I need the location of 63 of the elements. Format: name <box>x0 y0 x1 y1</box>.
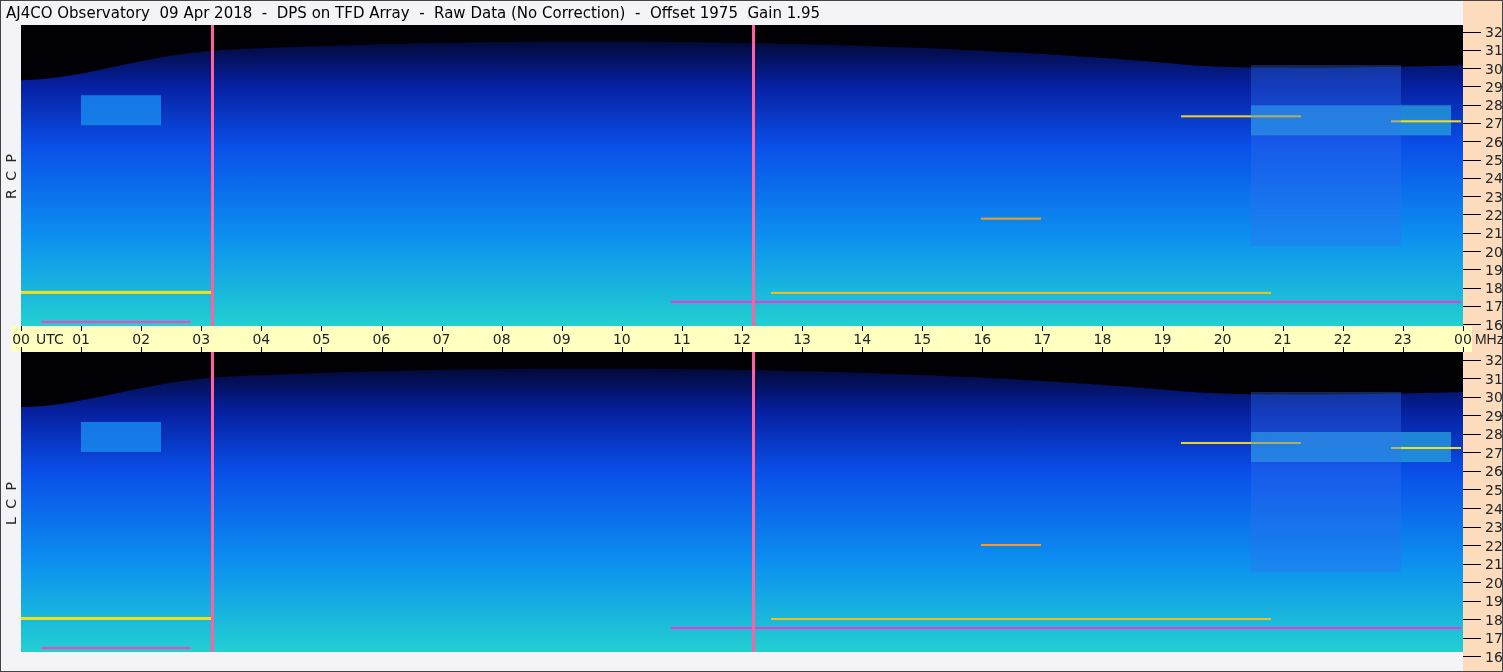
frequency-tick-label: 20 <box>1463 573 1502 592</box>
frequency-tick-label: 17 <box>1463 297 1502 316</box>
frequency-tick-label: 18 <box>1463 279 1502 298</box>
time-tick-label: 01 <box>72 332 91 346</box>
frequency-tick-label: 22 <box>1463 536 1502 555</box>
frequency-tick-label: 32 <box>1463 350 1502 370</box>
time-tick-label: 07 <box>432 332 451 346</box>
time-tick-label: 17 <box>1033 332 1052 346</box>
frequency-tick-label: 25 <box>1463 480 1502 500</box>
frequency-tick-label: 31 <box>1463 369 1502 388</box>
time-tick-label: 08 <box>492 332 511 346</box>
time-tick-label: 23 <box>1393 332 1412 346</box>
frequency-tick-label: 26 <box>1463 132 1502 151</box>
frequency-tick-label: 28 <box>1463 425 1502 444</box>
frequency-tick-label: 24 <box>1463 169 1502 188</box>
frequency-tick-label: 23 <box>1463 517 1502 537</box>
frequency-tick-label: 16 <box>1463 315 1502 334</box>
time-tick-label: 00 <box>12 332 30 346</box>
time-tick-label: 05 <box>312 332 331 346</box>
time-tick-label: 22 <box>1333 332 1352 346</box>
time-tick-label: 20 <box>1213 332 1232 346</box>
time-tick-label: 02 <box>132 332 151 346</box>
chart-title: AJ4CO Observatory 09 Apr 2018 - DPS on TFD Array - Raw Data (No Correction) - Offset 1975 Gain 1.95 <box>5 3 822 24</box>
time-tick-label: 14 <box>853 332 872 346</box>
frequency-tick-label: 31 <box>1463 41 1502 60</box>
frequency-tick-label: 26 <box>1463 462 1502 481</box>
time-tick-label: 19 <box>1153 332 1172 346</box>
time-tick-label: 18 <box>1093 332 1112 346</box>
frequency-tick-label: 17 <box>1463 629 1502 648</box>
frequency-tick-label: 32 <box>1463 22 1502 42</box>
frequency-tick-label: 20 <box>1463 242 1502 261</box>
time-tick-label: 09 <box>552 332 571 346</box>
frequency-tick-label: 21 <box>1463 224 1502 243</box>
frequency-tick-label: 24 <box>1463 499 1502 518</box>
polarization-label: L C P <box>1 479 20 525</box>
time-tick-label: 12 <box>733 332 751 346</box>
time-zone-label: UTC <box>36 332 64 346</box>
frequency-tick-label: 23 <box>1463 187 1502 206</box>
time-tick-label: 13 <box>793 332 811 346</box>
time-tick-label: 00 <box>1454 332 1472 346</box>
frequency-tick-label: 29 <box>1463 77 1502 97</box>
frequency-tick-label: 30 <box>1463 59 1502 78</box>
polarization-label: R C P <box>1 152 20 199</box>
time-tick-label: 03 <box>192 332 211 346</box>
frequency-tick-label: 29 <box>1463 406 1502 426</box>
frequency-tick-label: 30 <box>1463 387 1502 407</box>
time-tick-label: 11 <box>673 332 691 346</box>
time-tick-label: 04 <box>252 332 271 346</box>
frequency-tick-label: 28 <box>1463 96 1502 115</box>
frequency-tick-label: 18 <box>1463 610 1502 630</box>
frequency-tick-label: 19 <box>1463 591 1502 611</box>
frequency-tick-label: 22 <box>1463 205 1502 225</box>
time-tick-label: 15 <box>913 332 932 346</box>
frequency-tick-label: 21 <box>1463 554 1502 574</box>
time-tick-label: 16 <box>973 332 992 346</box>
frequency-tick-label: 27 <box>1463 114 1502 133</box>
time-tick-label: 06 <box>372 332 391 346</box>
frequency-tick-label: 19 <box>1463 260 1502 279</box>
time-tick-label: 21 <box>1273 332 1292 346</box>
time-tick-label: 10 <box>612 332 631 346</box>
frequency-tick-label: 25 <box>1463 150 1502 170</box>
frequency-tick-label: 16 <box>1463 647 1502 667</box>
frequency-tick-label: 27 <box>1463 443 1502 463</box>
